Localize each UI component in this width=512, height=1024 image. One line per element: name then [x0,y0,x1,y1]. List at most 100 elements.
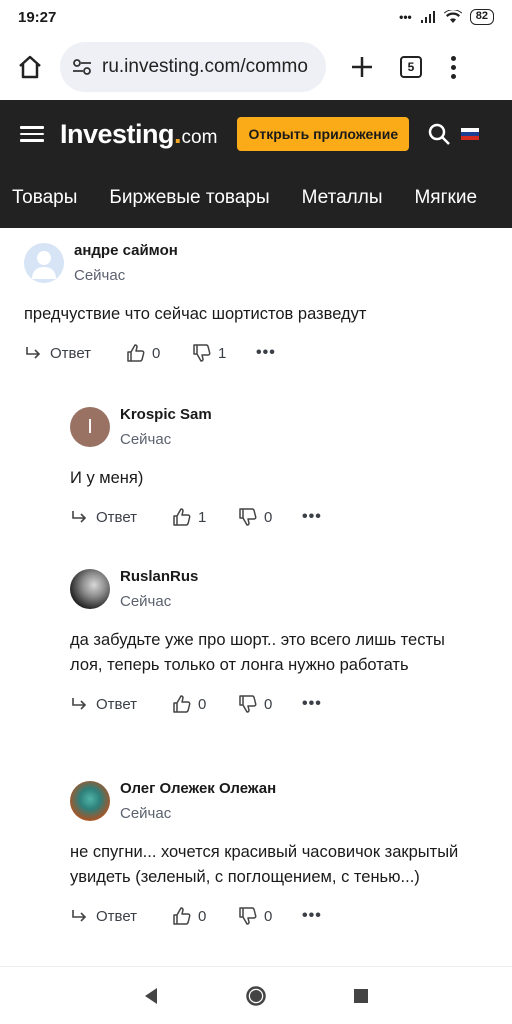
plus-icon [352,57,372,77]
photo-avatar[interactable] [70,781,110,821]
comment-reply: RuslanRus Сейчас да забудьте уже про шор… [0,568,512,714]
thumbs-up-icon [173,508,191,526]
reply-arrow-icon [72,511,87,523]
photo-avatar[interactable] [70,569,110,609]
comment-actions: Ответ 0 0 ••• [70,694,472,714]
open-app-button[interactable]: Открыть приложение [237,117,410,151]
comment-time: Сейчас [120,431,172,448]
new-tab-button[interactable] [346,51,378,83]
back-icon[interactable] [143,987,159,1005]
search-icon[interactable] [427,122,451,146]
more-options-icon[interactable]: ••• [256,344,276,362]
category-tab[interactable]: Мягкие [398,187,493,209]
comment-author[interactable]: андре саймон [74,242,178,259]
status-icons: ••• 82 [399,9,494,25]
reply-button[interactable]: Ответ [70,507,172,527]
dislike-button[interactable]: 1 [192,343,256,363]
reply-label: Ответ [96,508,138,526]
comment-header: Олег Олежек Олежан Сейчас [70,780,482,822]
comment-header: андре саймон Сейчас [24,242,482,284]
category-tab[interactable]: Товары [0,187,93,209]
category-tab[interactable]: Биржевые товары [93,187,285,209]
comment-text: И у меня) [70,469,144,487]
avatar-letter: I [87,415,93,438]
comment-meta: андре саймон Сейчас [74,242,178,284]
thumbs-up-icon [173,907,191,925]
comment: андре саймон Сейчас предчуствие что сейч… [0,242,512,363]
comment-actions: Ответ 0 1 ••• [24,343,482,363]
dislike-button[interactable]: 0 [238,507,302,527]
like-count: 0 [198,695,207,713]
like-button[interactable]: 0 [126,343,192,363]
home-icon [19,55,41,79]
address-bar[interactable]: ru.investing.com/commo [60,42,326,92]
reply-label: Ответ [50,344,92,362]
comment-header: I Krospic Sam Сейчас [70,406,482,448]
thumbs-down-icon [239,695,257,713]
comments-list: андре саймон Сейчас предчуствие что сейч… [0,228,512,966]
like-count: 1 [198,508,207,526]
url-text: ru.investing.com/commo [102,56,308,77]
home-button[interactable] [12,49,48,85]
menu-dot [450,64,456,70]
reply-button[interactable]: Ответ [70,694,172,714]
category-tab[interactable]: Металлы [286,187,399,209]
comment-text: предчуствие что сейчас шортистов разведу… [24,305,367,323]
wifi-icon [443,10,462,23]
logo-com-text: com [181,126,218,148]
dislike-count: 0 [264,695,273,713]
thumbs-down-icon [239,508,257,526]
system-nav-bar [0,966,512,1024]
reply-arrow-icon [26,347,41,359]
battery-indicator: 82 [469,9,494,25]
default-user-avatar-icon[interactable] [24,243,64,283]
comment-actions: Ответ 1 0 ••• [70,507,482,527]
logo-dot: . [174,118,182,149]
more-options-icon[interactable]: ••• [302,907,322,925]
dislike-button[interactable]: 0 [238,906,302,926]
reply-label: Ответ [96,695,138,713]
status-time: 19:27 [18,8,57,26]
comment-header: RuslanRus Сейчас [70,568,472,610]
thumbs-down-icon [193,344,211,362]
like-button[interactable]: 0 [172,906,238,926]
russia-flag-icon[interactable] [461,127,480,141]
reply-button[interactable]: Ответ [24,343,126,363]
menu-dot [450,55,456,61]
browser-toolbar: ru.investing.com/commo 5 [0,34,512,100]
like-count: 0 [198,907,207,925]
comment-time: Сейчас [74,267,126,284]
comment-meta: RuslanRus Сейчас [120,568,198,610]
dislike-count: 0 [264,508,273,526]
logo-main-text: Investing [60,118,175,149]
reply-arrow-icon [72,910,87,922]
thumbs-up-icon [127,344,145,362]
more-options-icon[interactable]: ••• [302,695,322,713]
reply-button[interactable]: Ответ [70,906,172,926]
comment-meta: Олег Олежек Олежан Сейчас [120,780,276,822]
browser-menu-button[interactable] [448,55,458,79]
investing-logo[interactable]: Investing. com [60,119,217,150]
site-settings-icon[interactable] [72,58,92,76]
hamburger-menu-icon[interactable] [20,126,44,142]
letter-avatar[interactable]: I [70,407,110,447]
dislike-button[interactable]: 0 [238,694,302,714]
like-button[interactable]: 1 [172,507,238,527]
thumbs-down-icon [239,907,257,925]
comment-author[interactable]: RuslanRus [120,568,198,585]
reply-label: Ответ [96,907,138,925]
menu-dot [450,73,456,79]
home-circle-icon[interactable] [245,985,267,1007]
comment-author[interactable]: Олег Олежек Олежан [120,780,276,797]
comment-reply: I Krospic Sam Сейчас И у меня) Ответ 1 0… [0,406,512,527]
like-button[interactable]: 0 [172,694,238,714]
comment-time: Сейчас [120,593,172,610]
comment-text: да забудьте уже про шорт.. это всего лиш… [70,631,445,674]
recents-icon[interactable] [353,988,369,1004]
tab-switcher-button[interactable]: 5 [400,56,422,78]
like-count: 0 [152,344,161,362]
more-options-icon[interactable]: ••• [302,508,322,526]
comment-author[interactable]: Krospic Sam [120,406,212,423]
thumbs-up-icon [173,695,191,713]
reply-arrow-icon [72,698,87,710]
